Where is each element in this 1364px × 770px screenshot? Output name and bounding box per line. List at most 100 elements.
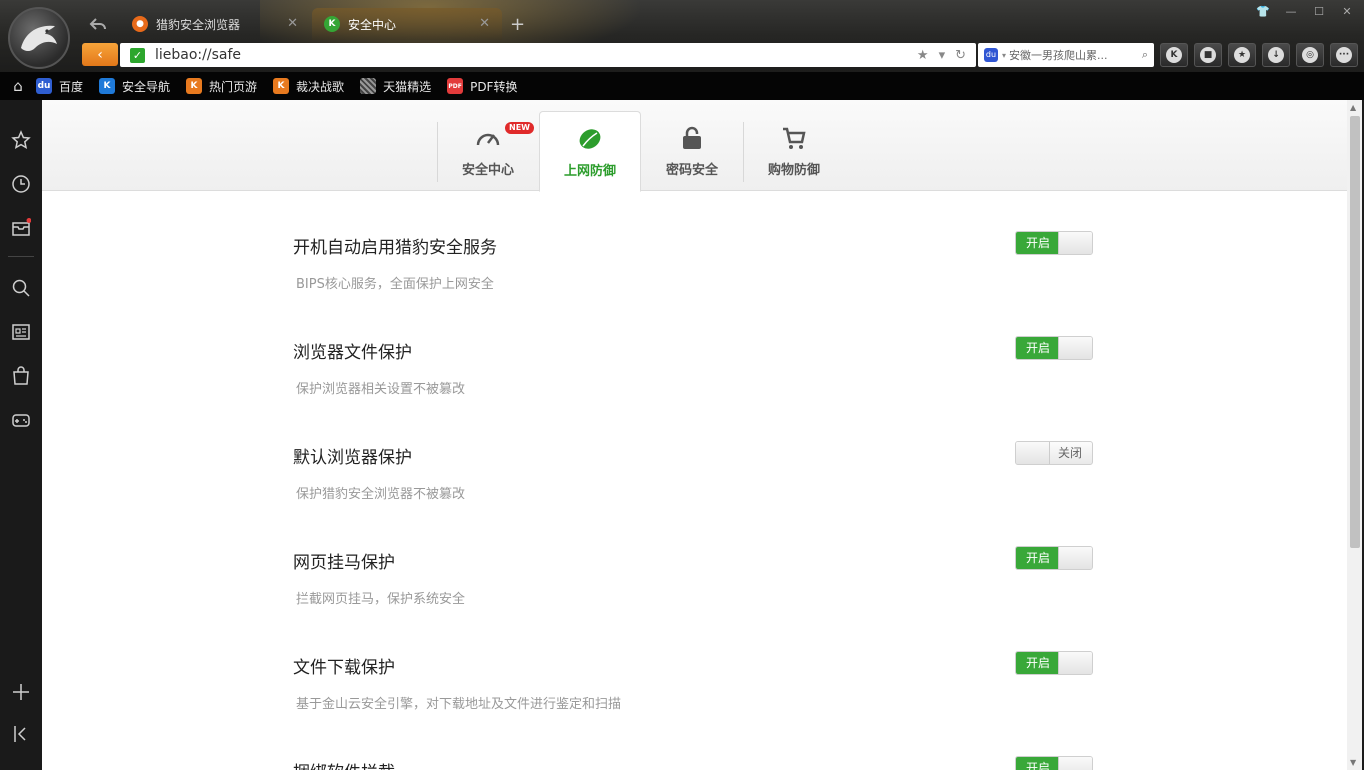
sidebar-divider <box>8 256 34 257</box>
favorites-button[interactable]: ★ <box>1228 43 1256 67</box>
scroll-up-icon[interactable]: ▲ <box>1350 103 1356 112</box>
new-badge: NEW <box>505 122 534 134</box>
bookmarks-bar: ⌂ du 百度 K 安全导航 K 热门页游 K 裁决战歌 天猫精选 PDF PD… <box>0 72 1364 100</box>
browser-window: ● 猎豹安全浏览器 ✕ K 安全中心 ✕ + 👕 — ☐ ✕ ‹ ✓ lieba… <box>0 0 1364 770</box>
bookmark-label: 热门页游 <box>209 79 258 94</box>
k-account-icon: K <box>1166 47 1182 63</box>
search-box[interactable]: du ▾ 安徽一男孩爬山累... ⌕ <box>978 43 1154 67</box>
download-icon: ↓ <box>1268 47 1284 63</box>
k-game-icon: K <box>273 78 290 94</box>
setting-bundle-block: 捆绑软件拦截 开启 <box>293 756 1093 770</box>
mailbox-icon[interactable] <box>11 218 31 238</box>
liebao-tab-icon: ● <box>132 16 148 32</box>
baidu-engine-icon[interactable]: du <box>984 48 998 62</box>
skin-icon[interactable]: 👕 <box>1252 4 1274 20</box>
setting-title: 开机自动启用猎豹安全服务 <box>293 238 497 258</box>
download-button[interactable]: ↓ <box>1262 43 1290 67</box>
setting-title: 浏览器文件保护 <box>293 343 412 363</box>
close-window-icon[interactable]: ✕ <box>1336 4 1358 20</box>
menu-button[interactable]: ··· <box>1330 43 1358 67</box>
setting-description: 拦截网页挂马，保护系统安全 <box>296 592 466 607</box>
bookmark-battle-song[interactable]: K 裁决战歌 <box>273 78 344 95</box>
vertical-scrollbar[interactable]: ▲ ▼ <box>1347 100 1362 770</box>
engine-dropdown-icon[interactable]: ▾ <box>1002 51 1006 60</box>
toggle-knob <box>1058 757 1092 770</box>
search-icon[interactable]: ⌕ <box>1142 48 1148 62</box>
autostart-toggle[interactable]: 开启 <box>1015 231 1093 255</box>
toggle-knob <box>1016 442 1050 464</box>
bookmark-label: 天猫精选 <box>383 79 432 94</box>
tab-shopping-defense[interactable]: 购物防御 <box>743 111 845 191</box>
bookmark-safe-nav[interactable]: K 安全导航 <box>99 78 170 95</box>
gamepad-icon[interactable] <box>11 410 31 430</box>
minimize-icon[interactable]: — <box>1280 4 1302 20</box>
toolbar-buttons: K ■ ★ ↓ ◎ ··· <box>1160 43 1358 67</box>
game-button[interactable]: ◎ <box>1296 43 1324 67</box>
toggle-state: 开启 <box>1016 757 1060 770</box>
add-icon[interactable] <box>11 682 31 702</box>
toggle-state: 开启 <box>1016 337 1060 359</box>
bookmark-baidu[interactable]: du 百度 <box>36 78 83 95</box>
bundle-block-toggle[interactable]: 开启 <box>1015 756 1093 770</box>
dropdown-arrow-icon[interactable]: ▾ <box>939 48 946 63</box>
bookmark-hot-games[interactable]: K 热门页游 <box>186 78 257 95</box>
collapse-sidebar-icon[interactable] <box>11 724 31 744</box>
tab-title: 猎豹安全浏览器 <box>156 17 241 32</box>
download-protection-toggle[interactable]: 开启 <box>1015 651 1093 675</box>
scroll-thumb[interactable] <box>1350 116 1360 548</box>
leaf-shield-icon <box>579 129 601 149</box>
address-bar[interactable]: ✓ liebao://safe ★ ▾ ↻ <box>120 43 976 67</box>
tab-label: 上网防御 <box>563 164 616 179</box>
baidu-paw-icon: du <box>36 78 52 94</box>
undo-close-tab-icon[interactable] <box>88 14 108 34</box>
favorites-star-icon[interactable] <box>11 130 31 150</box>
bookmark-tmall[interactable]: 天猫精选 <box>360 78 431 95</box>
tab-security-center[interactable]: NEW 安全中心 <box>437 111 539 191</box>
shopping-bag-icon[interactable] <box>11 366 31 386</box>
liebao-logo[interactable] <box>8 7 70 69</box>
new-tab-button[interactable]: + <box>510 14 525 35</box>
maximize-icon[interactable]: ☐ <box>1308 4 1330 20</box>
setting-download-protection: 文件下载保护 基于金山云安全引擎，对下载地址及文件进行鉴定和扫描 开启 <box>293 651 1093 712</box>
toggle-state: 关闭 <box>1057 446 1082 460</box>
more-icon: ··· <box>1336 47 1352 63</box>
cheetah-icon <box>21 25 57 51</box>
tab-close-icon[interactable]: ✕ <box>287 16 298 31</box>
setting-title: 默认浏览器保护 <box>293 448 412 468</box>
pdf-icon: PDF <box>447 78 464 94</box>
url-text[interactable]: liebao://safe <box>155 47 917 63</box>
tab-security-center[interactable]: K 安全中心 ✕ <box>312 8 502 40</box>
setting-title: 捆绑软件拦截 <box>293 758 1093 770</box>
chevron-left-icon: ‹ <box>97 46 103 63</box>
search-text[interactable]: 安徽一男孩爬山累... <box>1009 47 1142 63</box>
bookmark-label: 安全导航 <box>122 79 171 94</box>
lock-button[interactable]: ■ <box>1194 43 1222 67</box>
back-button[interactable]: ‹ <box>82 43 118 66</box>
tab-label: 安全中心 <box>461 163 514 178</box>
setting-title: 文件下载保护 <box>293 658 395 678</box>
favorite-star-icon[interactable]: ★ <box>917 48 929 63</box>
toggle-knob <box>1058 337 1092 359</box>
setting-description: 保护浏览器相关设置不被篡改 <box>296 382 466 397</box>
star-icon: ★ <box>1234 47 1250 63</box>
refresh-icon[interactable]: ↻ <box>955 48 966 63</box>
news-icon[interactable] <box>11 322 31 342</box>
shopping-cart-icon <box>783 127 806 149</box>
toggle-state: 开启 <box>1016 547 1060 569</box>
setting-file-protection: 浏览器文件保护 保护浏览器相关设置不被篡改 开启 <box>293 336 1093 397</box>
home-icon[interactable]: ⌂ <box>0 77 36 95</box>
trojan-protection-toggle[interactable]: 开启 <box>1015 546 1093 570</box>
speedometer-icon <box>476 133 500 146</box>
tab-liebao-browser[interactable]: ● 猎豹安全浏览器 ✕ <box>120 8 310 40</box>
default-browser-toggle[interactable]: 关闭 <box>1015 441 1093 465</box>
scroll-down-icon[interactable]: ▼ <box>1350 758 1356 767</box>
tab-password-security[interactable]: 密码安全 <box>641 111 743 191</box>
search-icon[interactable] <box>11 278 31 298</box>
bookmark-pdf[interactable]: PDF PDF转换 <box>447 78 517 95</box>
k-shield-icon: K <box>99 78 116 94</box>
account-button[interactable]: K <box>1160 43 1188 67</box>
tab-close-icon[interactable]: ✕ <box>479 16 490 31</box>
file-protection-toggle[interactable]: 开启 <box>1015 336 1093 360</box>
history-clock-icon[interactable] <box>11 174 31 194</box>
tab-web-defense[interactable]: 上网防御 <box>539 111 641 192</box>
